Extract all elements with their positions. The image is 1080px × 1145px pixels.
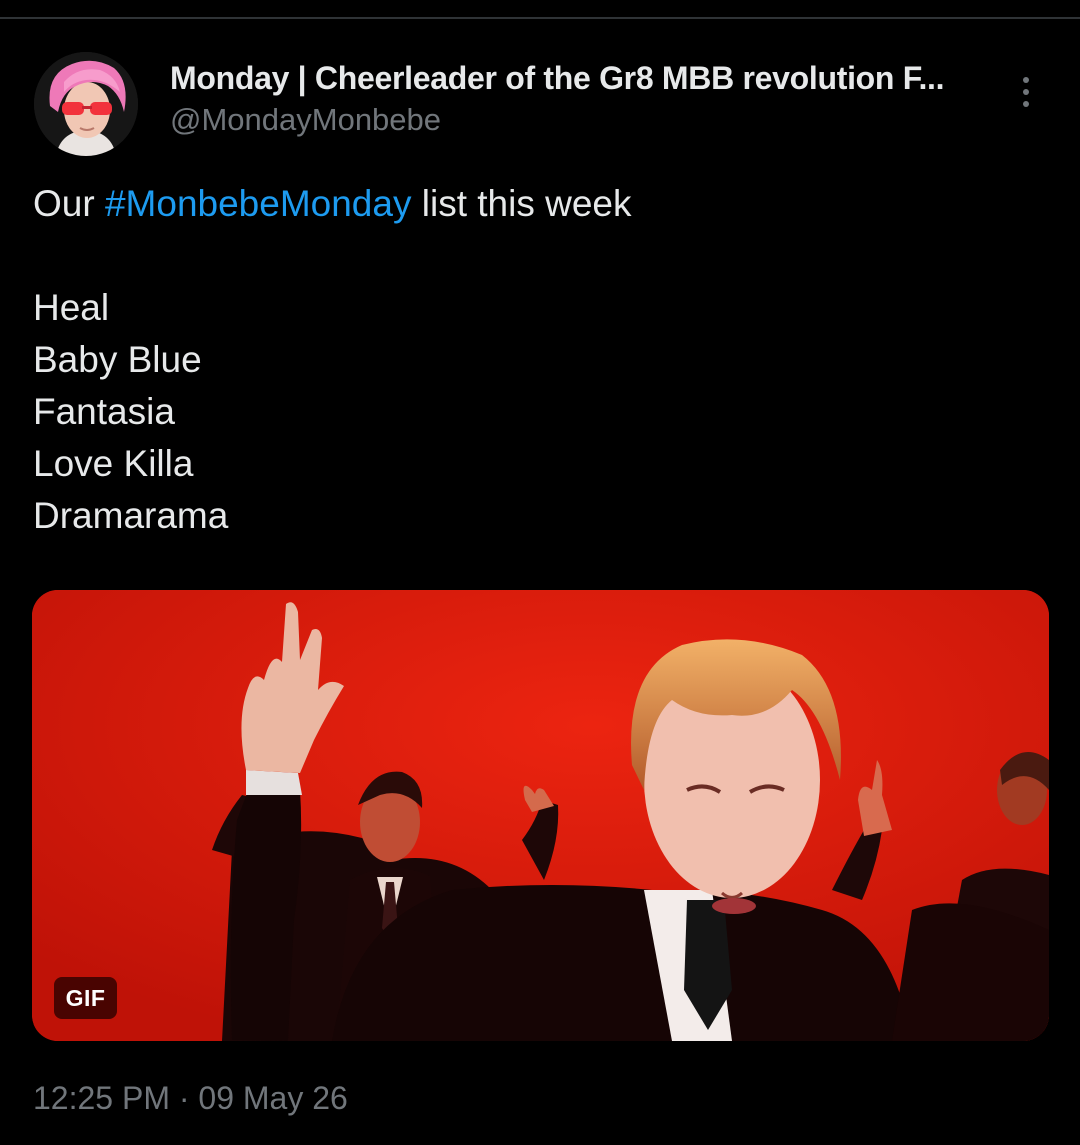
more-options-icon-dot bbox=[1023, 89, 1029, 95]
intro-suffix: list this week bbox=[411, 183, 632, 224]
tweet-timestamp[interactable]: 12:25 PM · 09 May 26 bbox=[33, 1080, 348, 1117]
more-options-button[interactable] bbox=[1008, 68, 1044, 116]
more-options-icon-dot bbox=[1023, 77, 1029, 83]
tweet-text: Our #MonbebeMonday list this week Heal B… bbox=[33, 178, 1043, 542]
gif-media[interactable] bbox=[32, 590, 1049, 1041]
top-divider bbox=[0, 17, 1080, 19]
intro-prefix: Our bbox=[33, 183, 105, 224]
song-item: Dramarama bbox=[33, 495, 229, 536]
more-options-icon-dot bbox=[1023, 101, 1029, 107]
gif-badge: GIF bbox=[54, 977, 117, 1019]
author-name[interactable]: Monday | Cheerleader of the Gr8 MBB revo… bbox=[170, 60, 945, 97]
profile-avatar-icon bbox=[34, 52, 138, 156]
song-item: Fantasia bbox=[33, 391, 175, 432]
song-item: Heal bbox=[33, 287, 110, 328]
tweet-intro-line: Our #MonbebeMonday list this week bbox=[33, 178, 1043, 230]
hashtag-link[interactable]: #MonbebeMonday bbox=[105, 183, 412, 224]
song-item: Love Killa bbox=[33, 443, 194, 484]
avatar[interactable] bbox=[34, 52, 138, 156]
author-handle[interactable]: @MondayMonbebe bbox=[170, 102, 441, 138]
gif-image bbox=[32, 590, 1049, 1041]
song-item: Baby Blue bbox=[33, 339, 202, 380]
